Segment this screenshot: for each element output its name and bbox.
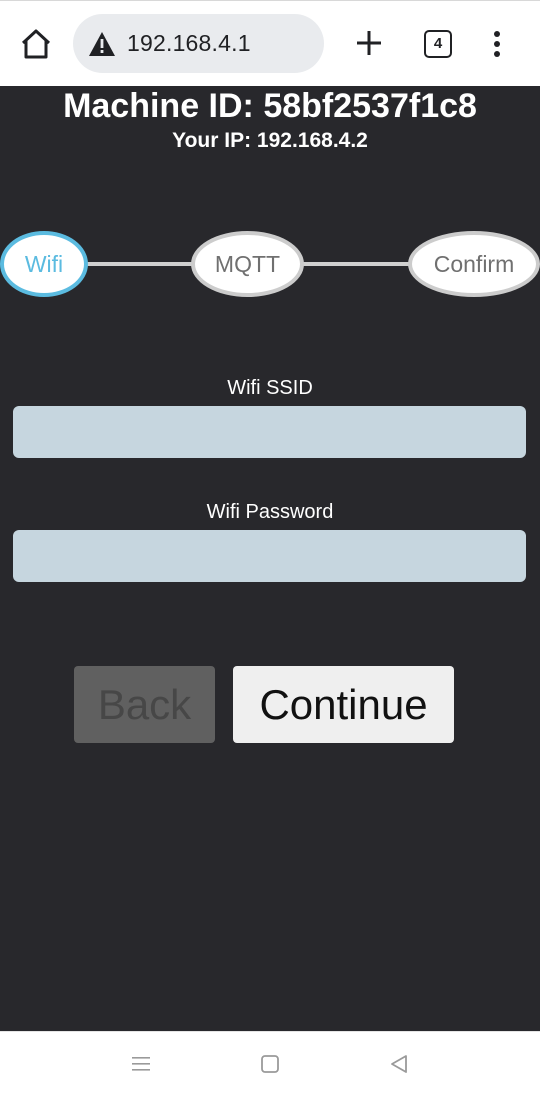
step-confirm[interactable]: Confirm xyxy=(408,231,540,297)
new-tab-button[interactable] xyxy=(352,25,386,61)
recent-apps-button[interactable] xyxy=(129,1052,153,1076)
browser-menu-button[interactable] xyxy=(484,27,510,61)
continue-button[interactable]: Continue xyxy=(233,666,454,743)
wifi-ssid-input[interactable] xyxy=(13,406,526,458)
home-icon xyxy=(21,29,51,59)
home-nav-button[interactable] xyxy=(258,1052,282,1076)
wifi-password-label: Wifi Password xyxy=(206,501,334,523)
recent-apps-icon xyxy=(132,1057,150,1071)
url-text: 192.168.4.1 xyxy=(127,30,251,56)
wifi-ssid-label: Wifi SSID xyxy=(227,377,313,399)
back-button[interactable]: Back xyxy=(74,666,215,743)
wifi-password-input[interactable] xyxy=(13,530,526,582)
triangle-back-icon xyxy=(391,1055,407,1073)
setup-page: Machine ID: 58bf2537f1c8 Your IP: 192.16… xyxy=(0,86,540,1031)
back-nav-button[interactable] xyxy=(387,1052,411,1076)
kebab-menu-icon xyxy=(494,31,500,57)
system-nav-bar xyxy=(0,1031,540,1097)
step-wifi[interactable]: Wifi xyxy=(0,231,88,297)
home-button[interactable] xyxy=(14,23,58,67)
progress-stepper: Wifi MQTT Confirm xyxy=(0,231,540,297)
step-connector xyxy=(84,262,196,266)
ip-subtitle: Your IP: 192.168.4.2 xyxy=(172,129,368,152)
square-home-icon xyxy=(261,1055,279,1073)
step-connector xyxy=(300,262,412,266)
address-bar[interactable]: 192.168.4.1 xyxy=(73,14,324,73)
warning-triangle-icon xyxy=(89,32,115,56)
plus-icon xyxy=(357,31,381,55)
browser-toolbar: 192.168.4.1 4 xyxy=(0,0,540,86)
tab-switcher-button[interactable]: 4 xyxy=(424,30,452,58)
machine-id-title: Machine ID: 58bf2537f1c8 xyxy=(63,87,477,125)
step-mqtt[interactable]: MQTT xyxy=(191,231,304,297)
